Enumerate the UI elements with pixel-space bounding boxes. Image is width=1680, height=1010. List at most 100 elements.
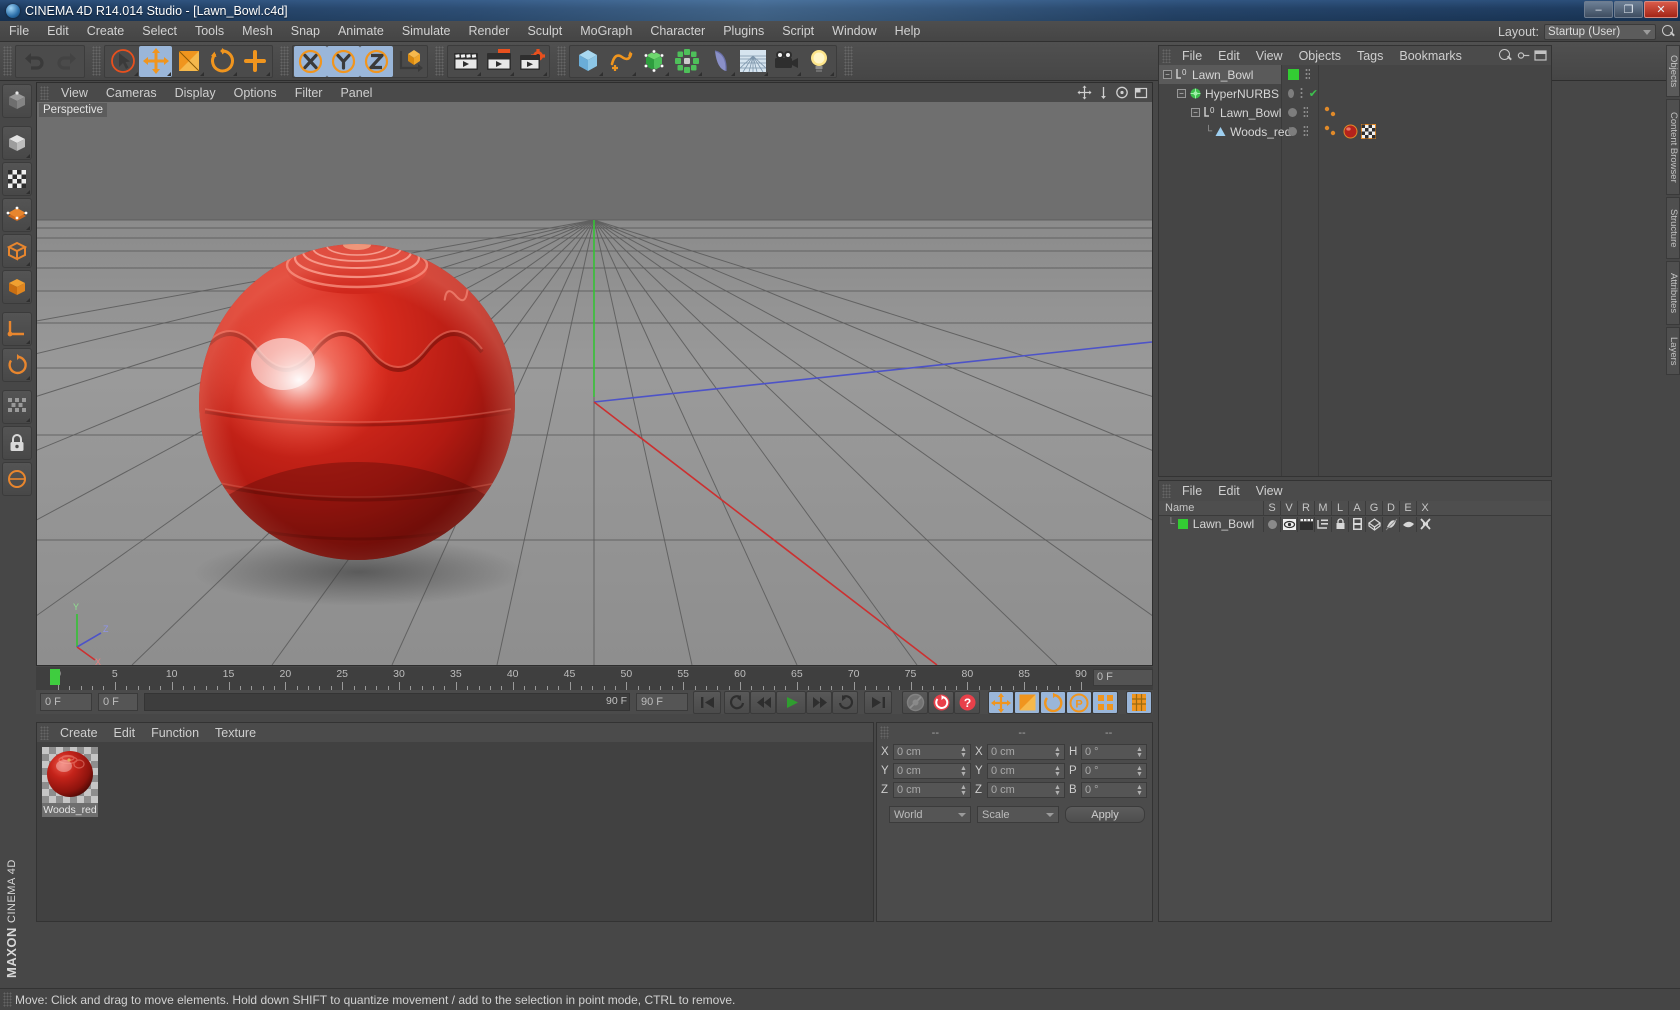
menu-item-mesh[interactable]: Mesh — [233, 21, 282, 41]
add-light-button[interactable] — [802, 46, 835, 77]
material-menu-function[interactable]: Function — [143, 726, 207, 740]
layer-grip[interactable] — [1162, 483, 1171, 498]
add-camera-button[interactable] — [769, 46, 802, 77]
expand-toggle-icon[interactable]: − — [1163, 70, 1172, 79]
dropdown-corner-icon[interactable] — [665, 71, 669, 76]
move-tool-button[interactable] — [139, 45, 172, 77]
minimize-button[interactable]: – — [1584, 1, 1613, 18]
menu-item-create[interactable]: Create — [78, 21, 134, 41]
visibility-dots-icon[interactable] — [1303, 125, 1308, 138]
rot-p-input[interactable]: 0 ° ▲ ▼ — [1081, 763, 1147, 779]
object-visibility-0[interactable] — [1283, 65, 1318, 84]
dock-tab-structure[interactable]: Structure — [1666, 197, 1680, 259]
position-y-input-spinner[interactable]: ▲ ▼ — [959, 764, 968, 780]
material-list[interactable]: Woods_red — [37, 742, 873, 921]
dropdown-corner-icon[interactable] — [26, 418, 30, 422]
dropdown-corner-icon[interactable] — [134, 71, 138, 76]
lock-z-button[interactable] — [360, 45, 393, 77]
object-tags-column[interactable] — [1320, 65, 1551, 476]
layer-column-d[interactable]: D — [1382, 500, 1399, 516]
rotate-tool-button[interactable] — [205, 46, 238, 77]
menu-item-edit[interactable]: Edit — [38, 21, 78, 41]
position-z-input[interactable]: 0 cm ▲ ▼ — [893, 782, 971, 798]
size-x-input-spinner[interactable]: ▲ ▼ — [1053, 745, 1062, 761]
menu-item-sculpt[interactable]: Sculpt — [518, 21, 571, 41]
dropdown-corner-icon[interactable] — [167, 71, 171, 76]
menu-item-window[interactable]: Window — [823, 21, 885, 41]
edges-mode-button[interactable] — [2, 234, 32, 268]
end-frame-field[interactable]: 90 F — [636, 693, 688, 711]
make-editable-button[interactable] — [2, 84, 32, 118]
go-to-next-frame-button[interactable] — [806, 691, 832, 714]
coordinates-grip[interactable] — [880, 726, 889, 739]
viewport-grip[interactable] — [40, 85, 49, 100]
layer-column-x[interactable]: X — [1416, 500, 1433, 516]
filter-icon[interactable] — [1517, 49, 1530, 62]
position-x-input[interactable]: 0 cm ▲ ▼ — [893, 744, 971, 760]
toolbar-grip[interactable] — [3, 46, 12, 76]
go-to-previous-frame-button[interactable] — [750, 691, 776, 714]
object-menu-edit[interactable]: Edit — [1210, 49, 1248, 63]
menu-item-plugins[interactable]: Plugins — [714, 21, 773, 41]
visibility-dot[interactable] — [1288, 127, 1297, 136]
layer-column-e[interactable]: E — [1399, 500, 1416, 516]
expand-toggle-icon[interactable]: − — [1177, 89, 1186, 98]
rot-b-input[interactable]: 0 ° ▲ ▼ — [1081, 782, 1147, 798]
texture-tag-icon[interactable] — [1361, 124, 1376, 139]
object-row-lawn_bowl-0[interactable]: − 0 Lawn_Bowl — [1159, 65, 1281, 84]
position-key-button[interactable] — [988, 691, 1014, 714]
go-to-previous-key-button[interactable] — [724, 691, 750, 714]
dropdown-corner-icon[interactable] — [266, 71, 270, 76]
pan-icon[interactable] — [1077, 85, 1092, 100]
dropdown-corner-icon[interactable] — [632, 71, 636, 76]
size-x-input[interactable]: 0 cm ▲ ▼ — [987, 744, 1065, 760]
visibility-dot[interactable] — [1288, 108, 1297, 117]
search-icon[interactable] — [1661, 24, 1676, 39]
scale-key-button[interactable] — [1014, 691, 1040, 714]
visibility-dots-icon[interactable] — [1299, 87, 1303, 100]
layout-select[interactable]: Startup (User) — [1544, 23, 1656, 40]
param-key-button[interactable]: P — [1066, 691, 1092, 714]
toolbar-grip[interactable] — [92, 46, 101, 76]
position-y-input[interactable]: 0 cm ▲ ▼ — [893, 763, 971, 779]
layer-column-r[interactable]: R — [1297, 500, 1314, 516]
layer-list[interactable]: └ Lawn_Bowl — [1159, 516, 1551, 921]
layer-cell-locked-icon[interactable] — [1331, 516, 1348, 532]
object-tags-2[interactable] — [1320, 103, 1551, 122]
size-y-input-spinner[interactable]: ▲ ▼ — [1053, 764, 1062, 780]
layer-cell-solo-dot[interactable] — [1263, 516, 1280, 532]
rot-p-input-spinner[interactable]: ▲ ▼ — [1135, 764, 1144, 780]
go-to-start-button[interactable] — [693, 691, 721, 714]
close-button[interactable]: ✕ — [1644, 1, 1678, 18]
start-frame-field[interactable]: 0 F — [40, 693, 92, 711]
lock-x-button[interactable] — [294, 45, 327, 77]
render-settings-button[interactable] — [515, 46, 548, 77]
menu-item-character[interactable]: Character — [641, 21, 714, 41]
menu-item-file[interactable]: File — [0, 21, 38, 41]
object-tags-0[interactable] — [1320, 65, 1551, 84]
menu-item-tools[interactable]: Tools — [186, 21, 233, 41]
apply-button[interactable]: Apply — [1065, 806, 1145, 823]
add-deformer-button[interactable] — [703, 46, 736, 77]
object-menu-tags[interactable]: Tags — [1349, 49, 1391, 63]
menu-item-select[interactable]: Select — [133, 21, 186, 41]
pla-key-button[interactable] — [1092, 691, 1118, 714]
layer-cell-xpresso-icon[interactable] — [1416, 516, 1433, 532]
layer-cell-deformer-icon[interactable] — [1382, 516, 1399, 532]
position-z-input-spinner[interactable]: ▲ ▼ — [959, 783, 968, 799]
menu-item-help[interactable]: Help — [886, 21, 930, 41]
object-visibility-2[interactable] — [1283, 103, 1318, 122]
add-tool-button[interactable] — [238, 46, 271, 77]
object-visibility-3[interactable] — [1283, 122, 1318, 141]
dropdown-corner-icon[interactable] — [26, 190, 30, 194]
coord-system-select[interactable]: World — [889, 806, 971, 823]
expand-toggle-icon[interactable]: − — [1191, 108, 1200, 117]
layer-cell-expression-icon[interactable] — [1399, 516, 1416, 532]
add-spline-button[interactable] — [604, 46, 637, 77]
layer-column-a[interactable]: A — [1348, 500, 1365, 516]
play-button[interactable] — [776, 691, 806, 714]
search-icon[interactable] — [1498, 48, 1513, 63]
layer-menu-view[interactable]: View — [1248, 484, 1291, 498]
rot-h-input-spinner[interactable]: ▲ ▼ — [1135, 745, 1144, 761]
rot-b-input-spinner[interactable]: ▲ ▼ — [1135, 783, 1144, 799]
